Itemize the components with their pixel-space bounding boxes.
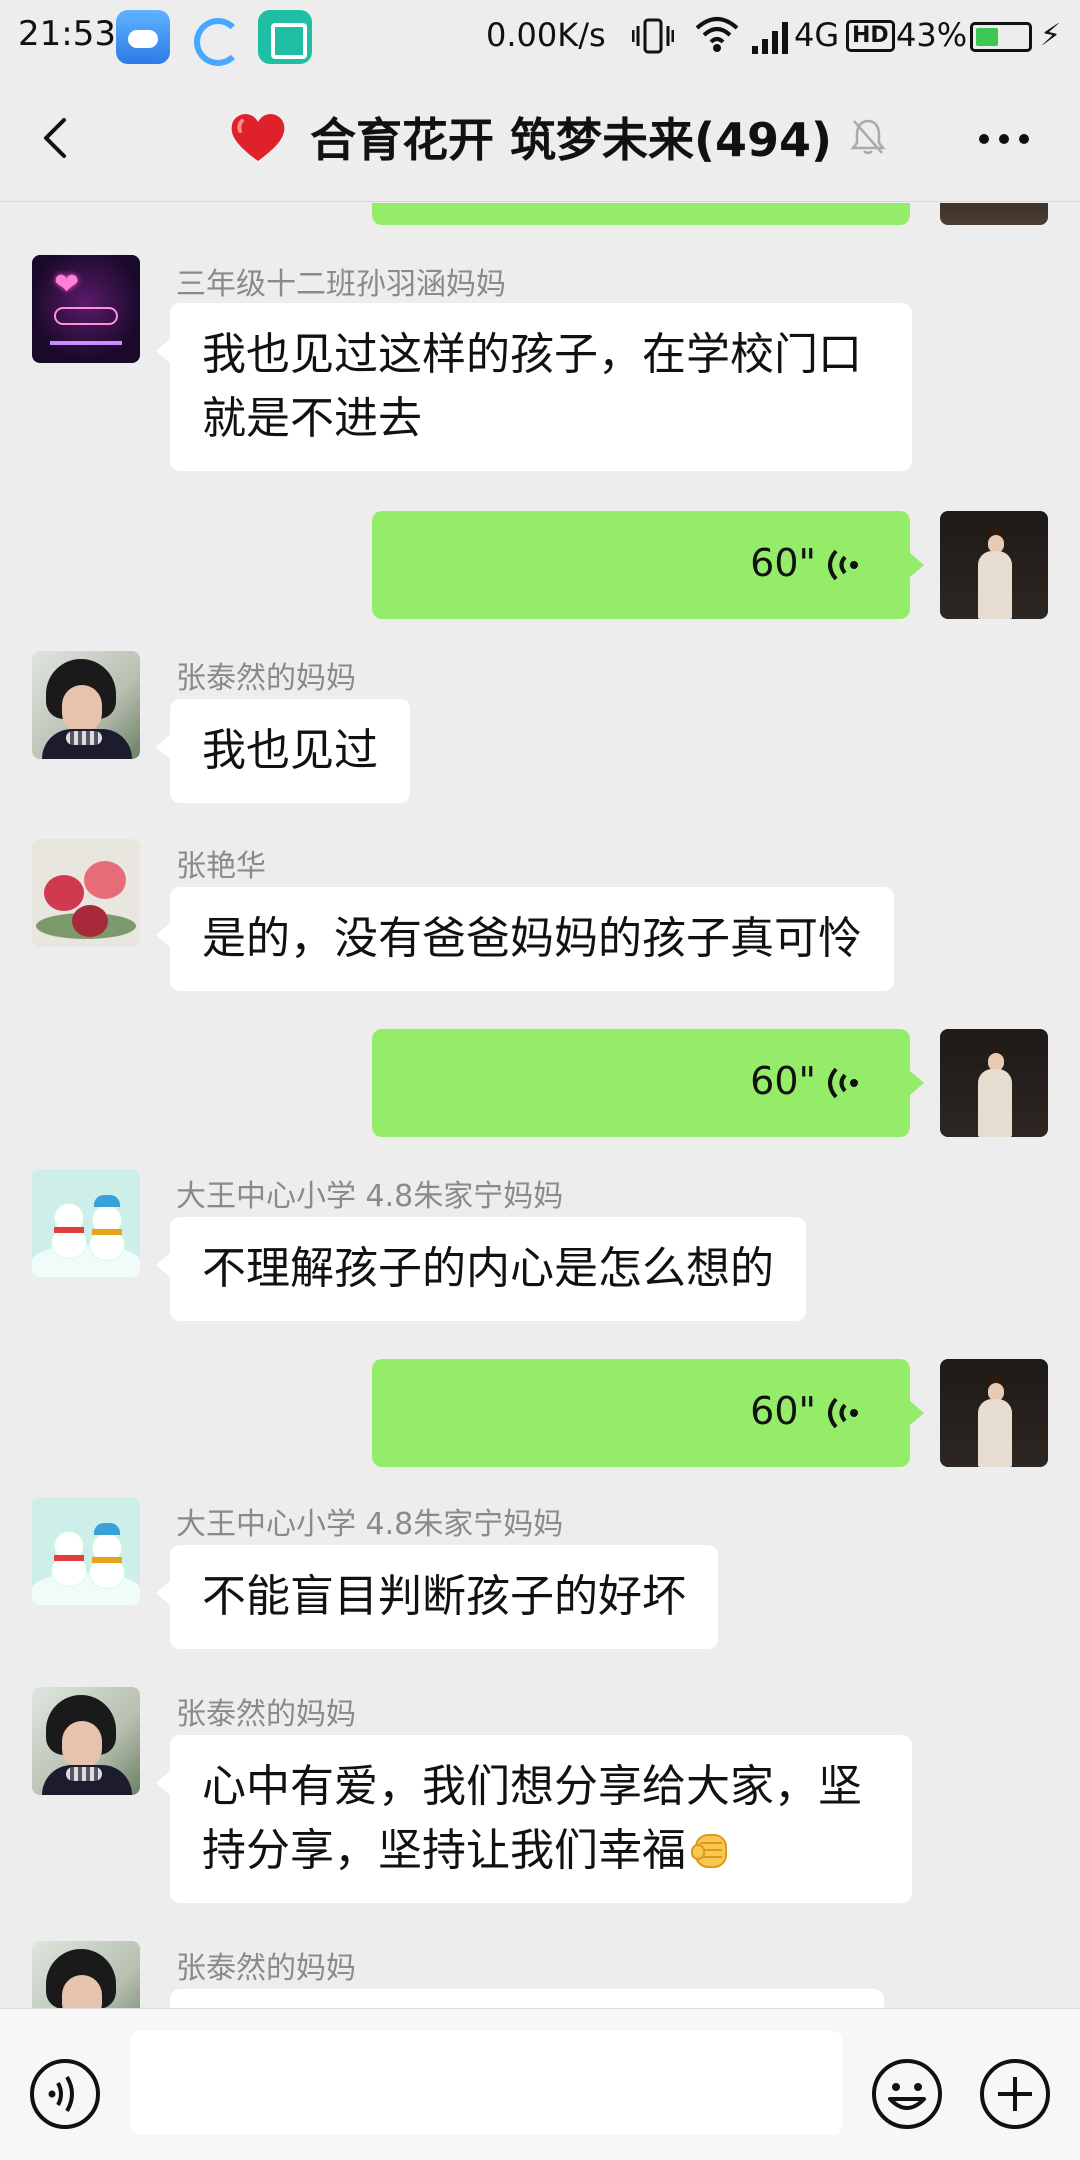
avatar-self[interactable] bbox=[940, 1359, 1048, 1467]
wifi-icon bbox=[695, 17, 739, 52]
voice-message[interactable]: 60" bbox=[372, 1029, 924, 1137]
page-title: 合育花开 筑梦未来(494) bbox=[310, 113, 833, 167]
message-line: 我也见过这样的孩子，在学校门口 bbox=[202, 329, 862, 380]
sender-name: 张泰然的妈妈 bbox=[176, 661, 356, 696]
title-group: 合育花开 筑梦未来(494) bbox=[228, 102, 886, 172]
fist-emoji-icon bbox=[691, 1834, 727, 1868]
sender-name: 张泰然的妈妈 bbox=[176, 1951, 356, 1986]
avatar-li[interactable]: ❤ bbox=[32, 255, 140, 363]
text-message-partial[interactable] bbox=[170, 1989, 884, 2008]
text-message[interactable]: 不能盲目判断孩子的好坏 bbox=[156, 1545, 718, 1649]
message-line: 是的，没有爸爸妈妈的孩子真可怜 bbox=[202, 913, 862, 964]
text-message[interactable]: 不理解孩子的内心是怎么想的 bbox=[156, 1217, 806, 1321]
avatar-woman[interactable] bbox=[32, 1687, 140, 1795]
sender-name: 张泰然的妈妈 bbox=[176, 1697, 356, 1732]
sender-name: 大王中心小学 4.8朱家宁妈妈 bbox=[176, 1179, 564, 1214]
avatar-self[interactable] bbox=[940, 1029, 1048, 1137]
heart-icon bbox=[231, 114, 285, 161]
voice-wave-icon bbox=[828, 549, 858, 581]
text-message[interactable]: 心中有爱，我们想分享给大家，坚 持分享，坚持让我们幸福 bbox=[156, 1735, 912, 1903]
voice-duration: 60" bbox=[750, 541, 816, 585]
avatar[interactable] bbox=[940, 203, 1048, 225]
hd-badge: HD bbox=[846, 20, 895, 52]
more-options-icon[interactable] bbox=[978, 132, 1030, 146]
back-icon[interactable] bbox=[38, 116, 74, 160]
message-line: 不理解孩子的内心是怎么想的 bbox=[202, 1243, 774, 1294]
input-bar bbox=[0, 2008, 1080, 2160]
message-list[interactable]: ❤ 三年级十二班孙羽涵妈妈 我也见过这样的孩子，在学校门口 就是不进去 60" … bbox=[0, 203, 1080, 2008]
message-input[interactable] bbox=[130, 2031, 842, 2135]
text-message[interactable]: 我也见过 bbox=[156, 699, 410, 803]
net-speed: 0.00K/s bbox=[486, 16, 606, 54]
voice-input-button[interactable] bbox=[28, 2057, 102, 2131]
voice-message[interactable]: 60" bbox=[372, 1359, 924, 1467]
voice-message-partial[interactable] bbox=[372, 203, 910, 225]
voice-wave-icon bbox=[828, 1397, 858, 1429]
message-line: 心中有爱，我们想分享给大家，坚 bbox=[202, 1761, 862, 1812]
message-line: 不能盲目判断孩子的好坏 bbox=[202, 1571, 686, 1622]
charging-icon: ⚡ bbox=[1040, 18, 1062, 53]
text-message[interactable]: 是的，没有爸爸妈妈的孩子真可怜 bbox=[156, 887, 894, 991]
avatar-snowman[interactable] bbox=[32, 1169, 140, 1277]
signal-icon bbox=[752, 22, 788, 54]
sender-name: 大王中心小学 4.8朱家宁妈妈 bbox=[176, 1507, 564, 1542]
message-line: 我也见过 bbox=[202, 725, 378, 776]
message-line-text: 持分享，坚持让我们幸福 bbox=[202, 1825, 686, 1876]
text-message[interactable]: 我也见过这样的孩子，在学校门口 就是不进去 bbox=[156, 303, 912, 471]
scan-icon bbox=[258, 10, 312, 64]
battery-fill bbox=[976, 28, 998, 46]
avatar-flower[interactable] bbox=[32, 839, 140, 947]
network-type: 4G bbox=[794, 16, 840, 54]
voice-duration: 60" bbox=[750, 1059, 816, 1103]
status-time: 21:53 bbox=[18, 14, 116, 54]
avatar-self[interactable] bbox=[940, 511, 1048, 619]
battery-percent: 43% bbox=[896, 16, 968, 54]
avatar-woman[interactable] bbox=[32, 651, 140, 759]
sender-name: 张艳华 bbox=[176, 849, 266, 884]
chat-header: 合育花开 筑梦未来(494) bbox=[0, 72, 1080, 202]
battery-icon bbox=[970, 22, 1032, 52]
voice-message[interactable]: 60" bbox=[372, 511, 924, 619]
voice-wave-icon bbox=[828, 1067, 858, 1099]
status-bar: 21:53 0.00K/s 4G HD 43% ⚡ bbox=[0, 0, 1080, 72]
message-line: 就是不进去 bbox=[202, 393, 422, 444]
weather-icon bbox=[116, 10, 170, 64]
vibrate-icon bbox=[632, 18, 674, 54]
message-line: 持分享，坚持让我们幸福 bbox=[202, 1819, 880, 1883]
plus-button-icon[interactable] bbox=[978, 2057, 1052, 2131]
qq-browser-icon bbox=[186, 10, 242, 66]
neon-heart-icon: ❤ bbox=[54, 267, 80, 302]
mute-bell-icon bbox=[850, 119, 886, 155]
avatar-woman[interactable] bbox=[32, 1941, 140, 2008]
sender-name: 三年级十二班孙羽涵妈妈 bbox=[176, 267, 506, 302]
voice-duration: 60" bbox=[750, 1389, 816, 1433]
emoji-button-icon[interactable] bbox=[870, 2057, 944, 2131]
avatar-snowman[interactable] bbox=[32, 1497, 140, 1605]
